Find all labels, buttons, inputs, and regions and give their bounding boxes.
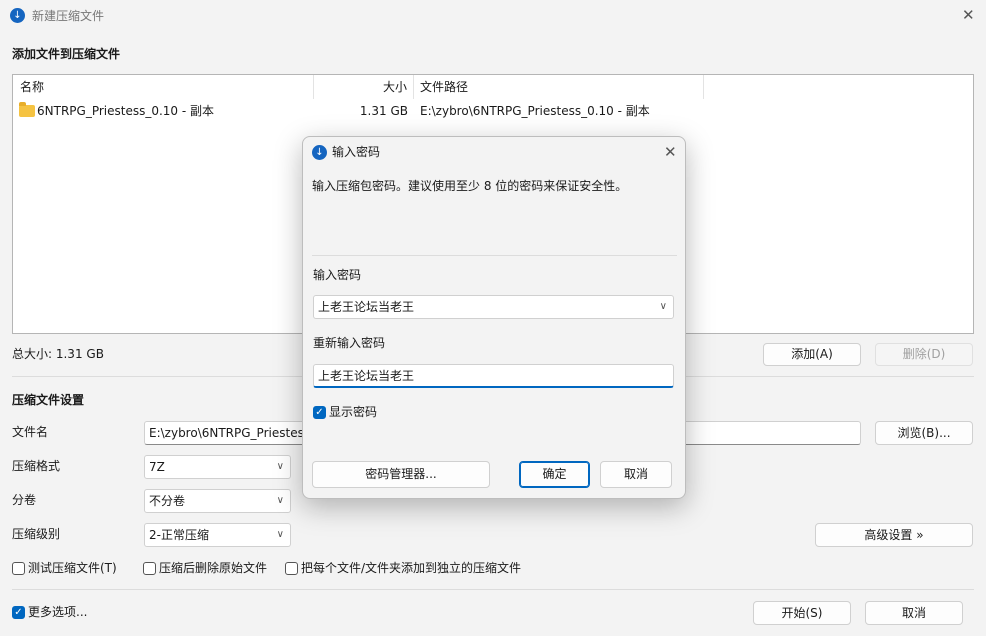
test-archive-label: 测试压缩文件(T) <box>28 561 117 575</box>
level-select[interactable]: 2-正常压缩 ∨ <box>144 523 291 547</box>
folder-icon <box>19 102 35 117</box>
more-options-label: 更多选项... <box>28 605 88 619</box>
row-name: 6NTRPG_Priestess_0.10 - 副本 <box>37 104 215 118</box>
test-archive-checkbox[interactable] <box>12 562 25 575</box>
row-size: 1.31 GB <box>359 104 408 118</box>
format-value: 7Z <box>149 460 165 474</box>
chevron-down-icon: ∨ <box>276 495 284 506</box>
add-button[interactable]: 添加(A) <box>763 343 861 366</box>
password-input[interactable]: 上老王论坛当老王 ∨ <box>313 295 674 319</box>
password-dialog: ↓ 输入密码 ✕ 输入压缩包密码。建议使用至少 8 位的密码来保证安全性。 输入… <box>302 136 686 499</box>
format-select[interactable]: 7Z ∨ <box>144 455 291 479</box>
total-size: 总大小: 1.31 GB <box>12 347 104 361</box>
advanced-settings-button[interactable]: 高级设置 » <box>815 523 973 547</box>
start-button[interactable]: 开始(S) <box>753 601 851 625</box>
window-close-icon[interactable]: ✕ <box>962 7 975 23</box>
separate-archives-label: 把每个文件/文件夹添加到独立的压缩文件 <box>301 561 522 575</box>
level-value: 2-正常压缩 <box>149 528 209 542</box>
divider <box>312 255 677 256</box>
chevron-down-icon: ∨ <box>276 529 284 540</box>
window-title: 新建压缩文件 <box>32 9 105 23</box>
delete-after-label: 压缩后删除原始文件 <box>159 561 268 575</box>
column-header-size[interactable]: 大小 <box>314 75 414 99</box>
level-label: 压缩级别 <box>12 527 61 541</box>
split-value: 不分卷 <box>149 494 186 508</box>
cancel-button[interactable]: 取消 <box>865 601 963 625</box>
chevron-down-icon[interactable]: ∨ <box>660 296 667 318</box>
split-label: 分卷 <box>12 493 37 507</box>
divider <box>12 589 974 590</box>
zip-app-icon: ↓ <box>312 145 327 160</box>
column-header-path[interactable]: 文件路径 <box>414 75 704 99</box>
add-files-title: 添加文件到压缩文件 <box>12 47 121 61</box>
password-label: 输入密码 <box>313 268 362 282</box>
delete-button[interactable]: 删除(D) <box>875 343 973 366</box>
filename-label: 文件名 <box>12 425 49 439</box>
format-label: 压缩格式 <box>12 459 61 473</box>
dialog-close-icon[interactable]: ✕ <box>664 144 677 160</box>
dialog-ok-button[interactable]: 确定 <box>519 461 590 488</box>
column-header-name[interactable]: 名称 <box>13 75 314 99</box>
split-select[interactable]: 不分卷 ∨ <box>144 489 291 513</box>
reenter-password-input[interactable]: 上老王论坛当老王 <box>313 364 674 388</box>
table-row[interactable]: 6NTRPG_Priestess_0.10 - 副本 1.31 GB E:\zy… <box>13 101 703 121</box>
delete-after-checkbox[interactable] <box>143 562 156 575</box>
separate-archives-checkbox[interactable] <box>285 562 298 575</box>
settings-title: 压缩文件设置 <box>12 393 85 407</box>
password-manager-button[interactable]: 密码管理器... <box>312 461 490 488</box>
dialog-cancel-button[interactable]: 取消 <box>600 461 672 488</box>
more-options-checkbox[interactable]: ✓ <box>12 606 25 619</box>
chevron-down-icon: ∨ <box>276 461 284 472</box>
show-password-checkbox[interactable]: ✓ <box>313 406 326 419</box>
zip-app-icon: ↓ <box>10 8 25 23</box>
title-bar: ↓ 新建压缩文件 ✕ <box>0 0 986 32</box>
row-path: E:\zybro\6NTRPG_Priestess_0.10 - 副本 <box>420 104 650 118</box>
show-password-label: 显示密码 <box>329 405 378 419</box>
dialog-hint: 输入压缩包密码。建议使用至少 8 位的密码来保证安全性。 <box>312 179 628 193</box>
password-value: 上老王论坛当老王 <box>318 300 415 314</box>
browse-button[interactable]: 浏览(B)... <box>875 421 973 445</box>
dialog-title: 输入密码 <box>332 145 381 159</box>
reenter-password-label: 重新输入密码 <box>313 336 386 350</box>
